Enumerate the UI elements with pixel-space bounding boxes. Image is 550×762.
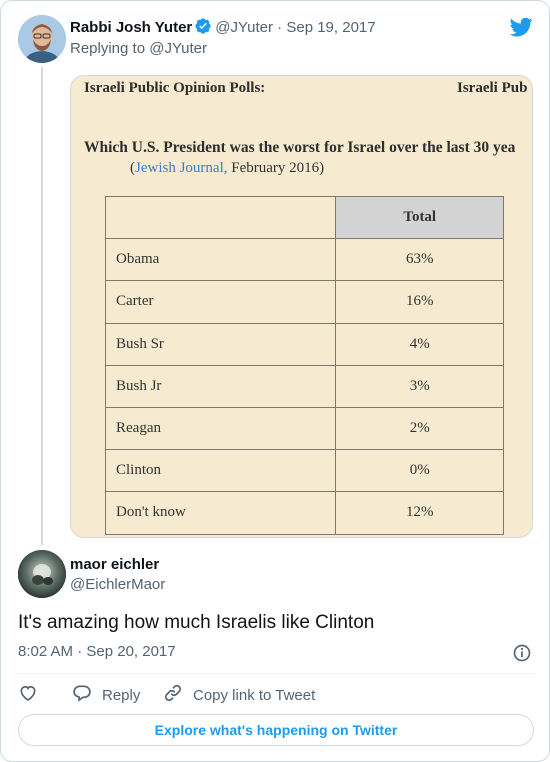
poll-question: Which U.S. President was the worst for I…	[84, 139, 516, 156]
table-row: Reagan 2%	[104, 406, 504, 451]
row-total-value: 3%	[335, 364, 504, 408]
table-header-blank	[104, 195, 337, 240]
divider	[18, 673, 534, 674]
row-president-name: Don't know	[104, 491, 337, 535]
row-president-name: Clinton	[104, 449, 337, 493]
row-total-value: 12%	[335, 491, 504, 535]
source-rest: February 2016)	[227, 160, 325, 176]
copy-link-button[interactable]: Copy link to Tweet	[163, 683, 315, 707]
reply-text: It's amazing how much Israelis like Clin…	[18, 612, 375, 633]
link-icon	[163, 683, 183, 707]
table-row: Bush Sr 4%	[104, 322, 504, 366]
like-button[interactable]	[18, 683, 38, 707]
row-total-value: 4%	[335, 322, 504, 366]
table-row: Bush Jr 3%	[104, 364, 504, 408]
row-president-name: Obama	[104, 238, 337, 282]
poll-source: (Jewish Journal, February 2016)	[130, 160, 324, 177]
parent-author-name[interactable]: Rabbi Josh Yuter	[70, 19, 192, 36]
table-header-row: Total	[104, 195, 504, 240]
heart-icon	[18, 683, 38, 707]
reply-label: Reply	[102, 686, 141, 704]
poll-heading-left: Israeli Public Opinion Polls:	[84, 80, 266, 96]
parent-header: Rabbi Josh Yuter @JYuter · Sep 19, 2017	[70, 17, 376, 41]
parent-handle-date[interactable]: @JYuter · Sep 19, 2017	[215, 19, 375, 36]
row-president-name: Reagan	[104, 406, 337, 451]
reply-button[interactable]: Reply	[72, 683, 140, 707]
tweet-media-image[interactable]: Israeli Public Opinion Polls: Israeli Pu…	[70, 75, 533, 538]
reply-author-name[interactable]: maor eichler	[70, 555, 159, 575]
row-total-value: 16%	[335, 280, 504, 324]
reply-avatar[interactable]	[18, 550, 66, 598]
thread-line	[41, 67, 43, 545]
reply-timestamp[interactable]: 8:02 AM · Sep 20, 2017	[18, 642, 176, 662]
explore-twitter-button[interactable]: Explore what's happening on Twitter	[18, 714, 534, 746]
poll-table: Total Obama 63% Carter 16% Bush Sr 4% Bush Jr 3…	[104, 195, 504, 535]
row-president-name: Carter	[104, 280, 337, 324]
verified-badge-icon	[194, 17, 212, 41]
parent-avatar[interactable]	[18, 15, 66, 63]
reply-author-handle[interactable]: @EichlerMaor	[70, 575, 165, 595]
table-row: Don't know 12%	[104, 491, 504, 535]
table-row: Obama 63%	[104, 238, 504, 282]
source-link: Jewish Journal,	[135, 160, 228, 176]
row-president-name: Bush Sr	[104, 322, 337, 366]
replying-to[interactable]: Replying to @JYuter	[70, 39, 207, 59]
row-total-value: 63%	[335, 238, 504, 282]
row-total-value: 2%	[335, 406, 504, 451]
poll-heading-right: Israeli Pub	[457, 80, 528, 96]
reply-icon	[72, 683, 92, 707]
twitter-bird-icon[interactable]	[509, 15, 533, 39]
table-header-total: Total	[335, 195, 504, 240]
info-icon[interactable]	[512, 643, 532, 663]
table-row: Carter 16%	[104, 280, 504, 324]
table-row: Clinton 0%	[104, 449, 504, 493]
row-president-name: Bush Jr	[104, 364, 337, 408]
copy-link-label: Copy link to Tweet	[193, 686, 316, 704]
row-total-value: 0%	[335, 449, 504, 493]
tweet-card: Rabbi Josh Yuter @JYuter · Sep 19, 2017 R…	[0, 0, 550, 762]
